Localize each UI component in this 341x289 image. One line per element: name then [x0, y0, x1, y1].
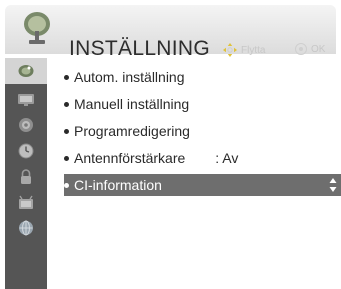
- audio-icon: [19, 118, 33, 132]
- menu-item-booster[interactable]: Antennförstärkare : Av: [64, 147, 238, 169]
- sidebar-item-network[interactable]: [11, 218, 41, 238]
- menu-item-programme-edit[interactable]: Programredigering: [64, 120, 190, 142]
- menu-item-value: : Av: [215, 150, 239, 166]
- settings-window: INSTÄLLNING Flytta OK Autom. inställning…: [0, 0, 341, 289]
- menu-item-manual-tuning[interactable]: Manuell inställning: [64, 93, 189, 115]
- bullet-icon: [64, 74, 69, 80]
- bullet-icon: [64, 101, 69, 107]
- menu-item-label: CI-information: [74, 177, 162, 193]
- up-down-arrow-icon: [329, 178, 337, 192]
- menu-item-ci-information[interactable]: CI-information: [64, 174, 341, 196]
- clock-icon: [18, 143, 34, 159]
- category-sidebar: [5, 58, 47, 289]
- sidebar-item-picture[interactable]: [11, 90, 41, 110]
- bullet-icon: [64, 182, 69, 188]
- ok-hint: OK: [295, 43, 325, 55]
- settings-menu-list: Autom. inställning Manuell inställning P…: [56, 58, 341, 289]
- options-icon: [19, 195, 33, 209]
- menu-item-auto-tuning[interactable]: Autom. inställning: [64, 66, 185, 88]
- bullet-icon: [64, 128, 69, 134]
- four-way-arrow-icon: [223, 43, 237, 57]
- menu-header: INSTÄLLNING Flytta OK: [5, 5, 336, 59]
- ok-hint-label: OK: [311, 43, 326, 55]
- sidebar-item-lock[interactable]: [11, 167, 41, 187]
- sidebar-item-options[interactable]: [11, 193, 41, 213]
- network-icon: [19, 220, 33, 236]
- ok-button-icon: [295, 43, 307, 55]
- page-title: INSTÄLLNING: [69, 37, 210, 60]
- menu-item-label: Programredigering: [74, 123, 190, 139]
- lock-icon: [21, 169, 31, 184]
- menu-item-label: Autom. inställning: [74, 69, 185, 85]
- picture-icon: [18, 94, 34, 106]
- antenna-dish-icon: [18, 65, 34, 77]
- menu-item-label: Antennförstärkare: [74, 150, 186, 166]
- settings-satellite-dish-icon: [24, 12, 50, 44]
- bullet-icon: [64, 155, 69, 161]
- move-hint-label: Flytta: [241, 44, 266, 56]
- sidebar-item-time[interactable]: [11, 141, 41, 161]
- menu-item-label: Manuell inställning: [74, 96, 190, 112]
- sidebar-item-audio[interactable]: [11, 115, 41, 135]
- move-hint: Flytta: [223, 43, 265, 57]
- sidebar-item-antenna[interactable]: [5, 58, 47, 84]
